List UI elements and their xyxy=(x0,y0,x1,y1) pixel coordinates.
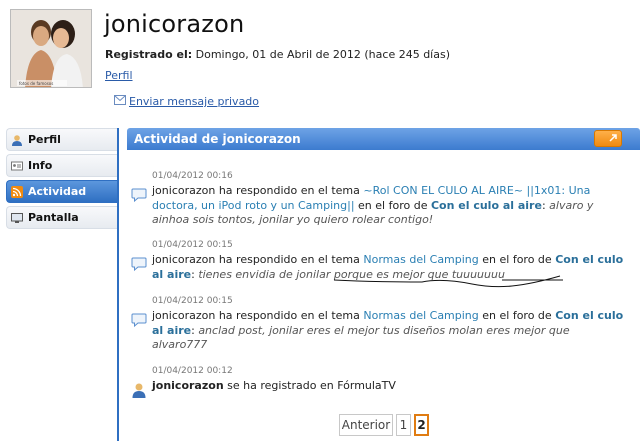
username-heading: jonicorazon xyxy=(104,10,245,38)
entry-timestamp: 01/04/2012 00:15 xyxy=(152,296,233,306)
entry-user: jonicorazon xyxy=(152,379,224,392)
envelope-icon xyxy=(114,95,126,108)
forum-link[interactable]: Con el culo al aire xyxy=(431,199,542,212)
entry-action: ha respondido en el tema xyxy=(215,184,364,197)
topic-link[interactable]: Normas del Camping xyxy=(363,309,478,322)
rss-icon xyxy=(11,185,23,198)
entry-text: jonicorazon ha respondido en el tema Nor… xyxy=(152,309,626,353)
registration-date: Registrado el: Domingo, 01 de Abril de 2… xyxy=(105,48,450,61)
sidebar-item-label: Perfil xyxy=(28,133,61,146)
entry-user: jonicorazon xyxy=(152,309,216,322)
new-user-icon xyxy=(131,382,147,398)
entry-text: jonicorazon se ha registrado en FórmulaT… xyxy=(152,379,626,394)
sidebar-item-perfil[interactable]: Perfil xyxy=(6,128,117,151)
page-2-button[interactable]: 2 xyxy=(414,414,429,436)
comment-bubble-icon xyxy=(131,256,147,272)
activity-panel-header: Actividad de jonicorazon xyxy=(127,128,640,150)
topic-link[interactable]: Normas del Camping xyxy=(363,253,478,266)
sidebar-item-info[interactable]: Info xyxy=(6,154,117,177)
sidebar-item-label: Info xyxy=(28,159,53,172)
panel-toggle-button[interactable] xyxy=(594,130,622,147)
sidebar-item-label: Pantalla xyxy=(28,211,79,224)
registration-text: se ha registrado en FórmulaTV xyxy=(223,379,396,392)
perfil-link[interactable]: Perfil xyxy=(105,69,133,82)
forum-prefix: en el foro de xyxy=(478,253,556,266)
sidebar-item-pantalla[interactable]: Pantalla xyxy=(6,206,117,229)
user-icon xyxy=(11,134,23,146)
registered-value: Domingo, 01 de Abril de 2012 (hace 245 d… xyxy=(195,48,450,61)
page-1-button[interactable]: 1 xyxy=(396,414,411,436)
entry-text: jonicorazon ha respondido en el tema ~Ro… xyxy=(152,184,626,228)
id-card-icon xyxy=(11,160,23,172)
sidebar-item-actividad[interactable]: Actividad xyxy=(6,180,117,203)
profile-sidebar: Perfil Info Actividad Pantalla xyxy=(6,128,117,232)
comment-bubble-icon xyxy=(131,312,147,328)
scribble-mark xyxy=(333,275,563,288)
entry-user: jonicorazon xyxy=(152,253,216,266)
monitor-icon xyxy=(11,212,23,224)
comment-bubble-icon xyxy=(131,187,147,203)
entry-timestamp: 01/04/2012 00:15 xyxy=(152,240,233,250)
svg-text:fotos de famosos: fotos de famosos xyxy=(19,81,53,86)
entry-action: ha respondido en el tema xyxy=(215,253,364,266)
entry-timestamp: 01/04/2012 00:16 xyxy=(152,171,233,181)
forum-prefix: en el foro de xyxy=(478,309,556,322)
avatar: fotos de famosos xyxy=(10,9,92,88)
sidebar-item-label: Actividad xyxy=(28,185,87,198)
entry-user: jonicorazon xyxy=(152,184,216,197)
prev-page-button[interactable]: Anterior xyxy=(339,414,393,436)
send-message-label: Enviar mensaje privado xyxy=(129,95,260,108)
entry-action: ha respondido en el tema xyxy=(215,309,364,322)
entry-timestamp: 01/04/2012 00:12 xyxy=(152,366,233,376)
panel-title: Actividad de jonicorazon xyxy=(134,132,301,146)
pagination: Anterior 1 2 xyxy=(339,414,429,436)
forum-prefix: en el foro de xyxy=(354,198,431,212)
send-private-message-link[interactable]: Enviar mensaje privado xyxy=(114,95,259,108)
entry-quote: anclad post, jonilar eres el mejor tus d… xyxy=(152,323,570,352)
registered-label: Registrado el: xyxy=(105,48,193,61)
sidebar-divider xyxy=(117,128,119,441)
